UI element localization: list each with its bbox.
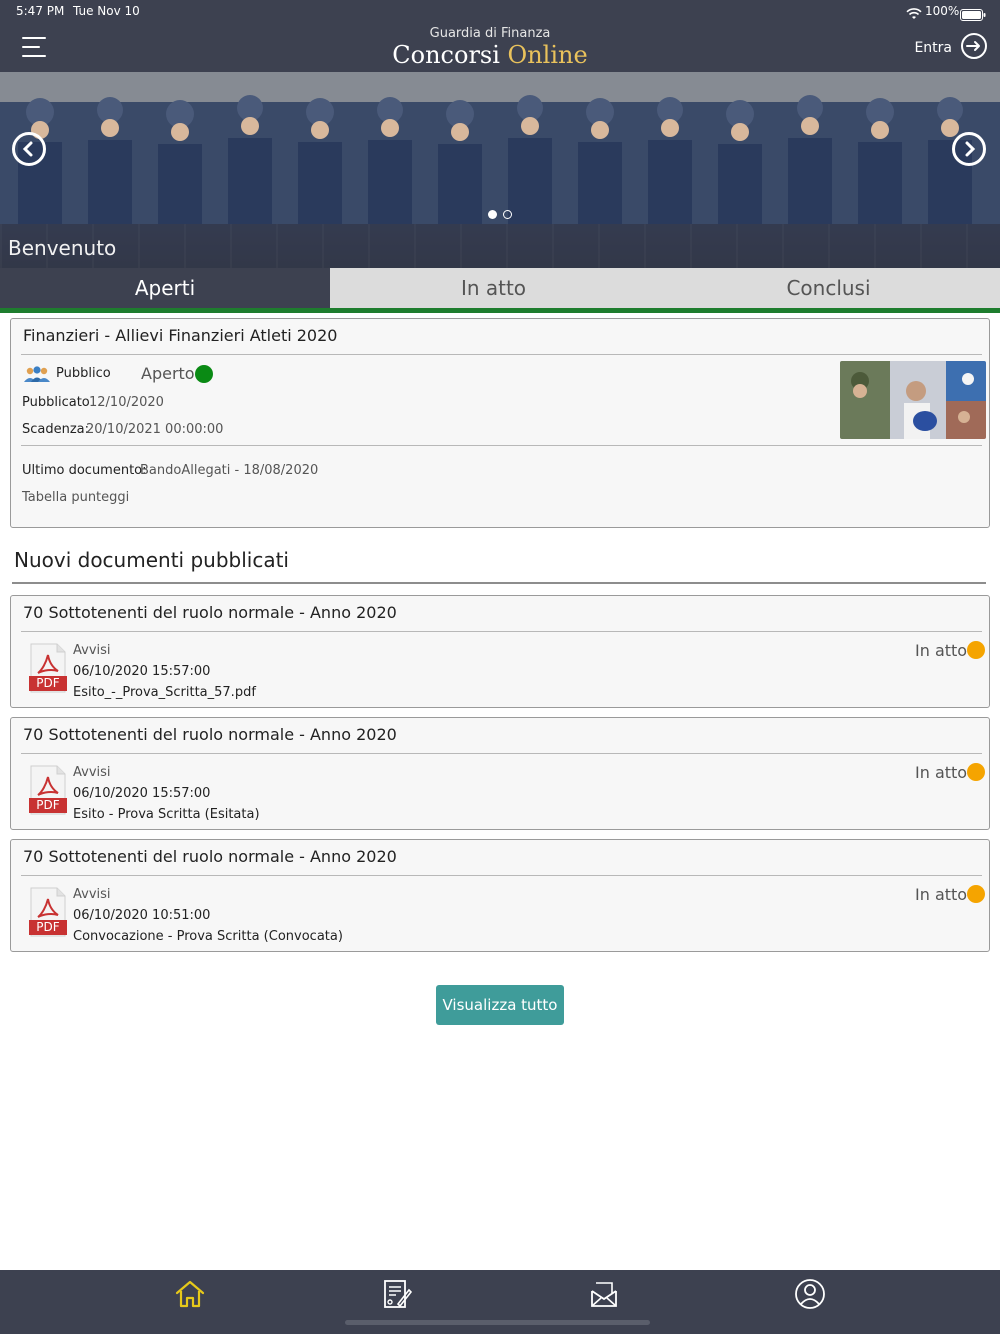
home-indicator	[345, 1320, 650, 1325]
featured-competition-card[interactable]: Finanzieri - Allievi Finanzieri Atleti 2…	[10, 318, 990, 528]
published-date: 12/10/2020	[89, 395, 164, 410]
status-date: Tue Nov 10	[73, 4, 140, 18]
document-card[interactable]: 70 Sottotenenti del ruolo normale - Anno…	[10, 839, 990, 952]
last-document-value[interactable]: BandoAllegati - 18/08/2020	[140, 463, 318, 478]
published-label: Pubblicato	[22, 395, 90, 410]
carousel-prev-button[interactable]	[12, 132, 46, 166]
document-filename[interactable]: Esito_-_Prova_Scritta_57.pdf	[73, 685, 256, 700]
deadline-date: 20/10/2021 00:00:00	[86, 422, 224, 437]
document-filename[interactable]: Convocazione - Prova Scritta (Convocata)	[73, 929, 343, 944]
pdf-file-icon: PDF	[28, 643, 68, 693]
carousel-dot-1[interactable]	[488, 210, 497, 219]
pdf-label: PDF	[36, 798, 60, 812]
section-divider	[12, 582, 986, 584]
login-icon	[960, 32, 988, 64]
battery-icon	[960, 6, 986, 21]
document-filename[interactable]: Esito - Prova Scritta (Esitata)	[73, 807, 260, 822]
card-divider	[21, 631, 982, 632]
document-status: In atto	[915, 641, 968, 660]
audience-label: Pubblico	[56, 366, 111, 381]
document-category: Avvisi	[73, 765, 111, 780]
tab-in-atto[interactable]: In atto	[330, 268, 657, 308]
battery-percent: 100%	[925, 4, 960, 18]
new-documents-title: Nuovi documenti pubblicati	[14, 548, 289, 572]
document-category: Avvisi	[73, 887, 111, 902]
nav-home[interactable]	[168, 1278, 212, 1314]
competition-thumbnail	[840, 361, 986, 439]
document-card[interactable]: 70 Sottotenenti del ruolo normale - Anno…	[10, 595, 990, 708]
pdf-label: PDF	[36, 676, 60, 690]
document-category: Avvisi	[73, 643, 111, 658]
status-open-indicator	[195, 365, 213, 383]
deadline-label: Scadenza:	[22, 422, 90, 437]
home-icon	[174, 1279, 206, 1313]
pdf-file-icon: PDF	[28, 887, 68, 937]
document-status: In atto	[915, 885, 968, 904]
status-in-progress-indicator	[967, 885, 985, 903]
status-time: 5:47 PM	[16, 4, 65, 18]
tab-aperti[interactable]: Aperti	[0, 268, 330, 308]
card-divider	[21, 445, 982, 446]
carousel-dot-2[interactable]	[503, 210, 512, 219]
card-divider	[21, 875, 982, 876]
document-edit-icon	[382, 1278, 413, 1314]
carousel-next-button[interactable]	[952, 132, 986, 166]
nav-profile[interactable]	[788, 1278, 832, 1314]
competition-status: Aperto	[141, 364, 195, 383]
logo-subtitle: Guardia di Finanza	[429, 26, 551, 41]
wifi-icon	[906, 5, 922, 19]
pdf-file-icon: PDF	[28, 765, 68, 815]
app-logo: Concorsi Online	[0, 41, 980, 69]
hero-carousel[interactable]: Benvenuto	[0, 72, 1000, 268]
competition-title: Finanzieri - Allievi Finanzieri Atleti 2…	[23, 326, 338, 345]
last-document-label: Ultimo documento:	[22, 463, 147, 478]
nav-applications[interactable]	[375, 1278, 419, 1314]
login-label: Entra	[914, 40, 952, 56]
tab-conclusi[interactable]: Conclusi	[657, 268, 1000, 308]
status-in-progress-indicator	[967, 641, 985, 659]
pdf-label: PDF	[36, 920, 60, 934]
logo-title: Concorsi	[392, 41, 508, 69]
document-competition-title: 70 Sottotenenti del ruolo normale - Anno…	[23, 725, 397, 744]
document-datetime: 06/10/2020 10:51:00	[73, 908, 211, 923]
tab-underline	[0, 308, 1000, 313]
nav-messages[interactable]	[582, 1278, 626, 1314]
welcome-caption: Benvenuto	[8, 236, 117, 260]
document-datetime: 06/10/2020 15:57:00	[73, 664, 211, 679]
document-status: In atto	[915, 763, 968, 782]
carousel-caption-bar	[0, 224, 1000, 268]
carousel-image	[0, 72, 1000, 224]
status-in-progress-indicator	[967, 763, 985, 781]
document-competition-title: 70 Sottotenenti del ruolo normale - Anno…	[23, 847, 397, 866]
mail-icon	[588, 1279, 620, 1313]
login-button[interactable]: Entra	[914, 32, 988, 64]
document-competition-title: 70 Sottotenenti del ruolo normale - Anno…	[23, 603, 397, 622]
document-datetime: 06/10/2020 15:57:00	[73, 786, 211, 801]
document-card[interactable]: 70 Sottotenenti del ruolo normale - Anno…	[10, 717, 990, 830]
card-divider	[21, 753, 982, 754]
audience-icon	[23, 365, 51, 383]
logo-title-accent: Online	[507, 41, 588, 69]
scores-table-link[interactable]: Tabella punteggi	[22, 490, 129, 505]
card-divider	[21, 354, 982, 355]
view-all-button[interactable]: Visualizza tutto	[436, 985, 564, 1025]
user-icon	[794, 1278, 826, 1314]
